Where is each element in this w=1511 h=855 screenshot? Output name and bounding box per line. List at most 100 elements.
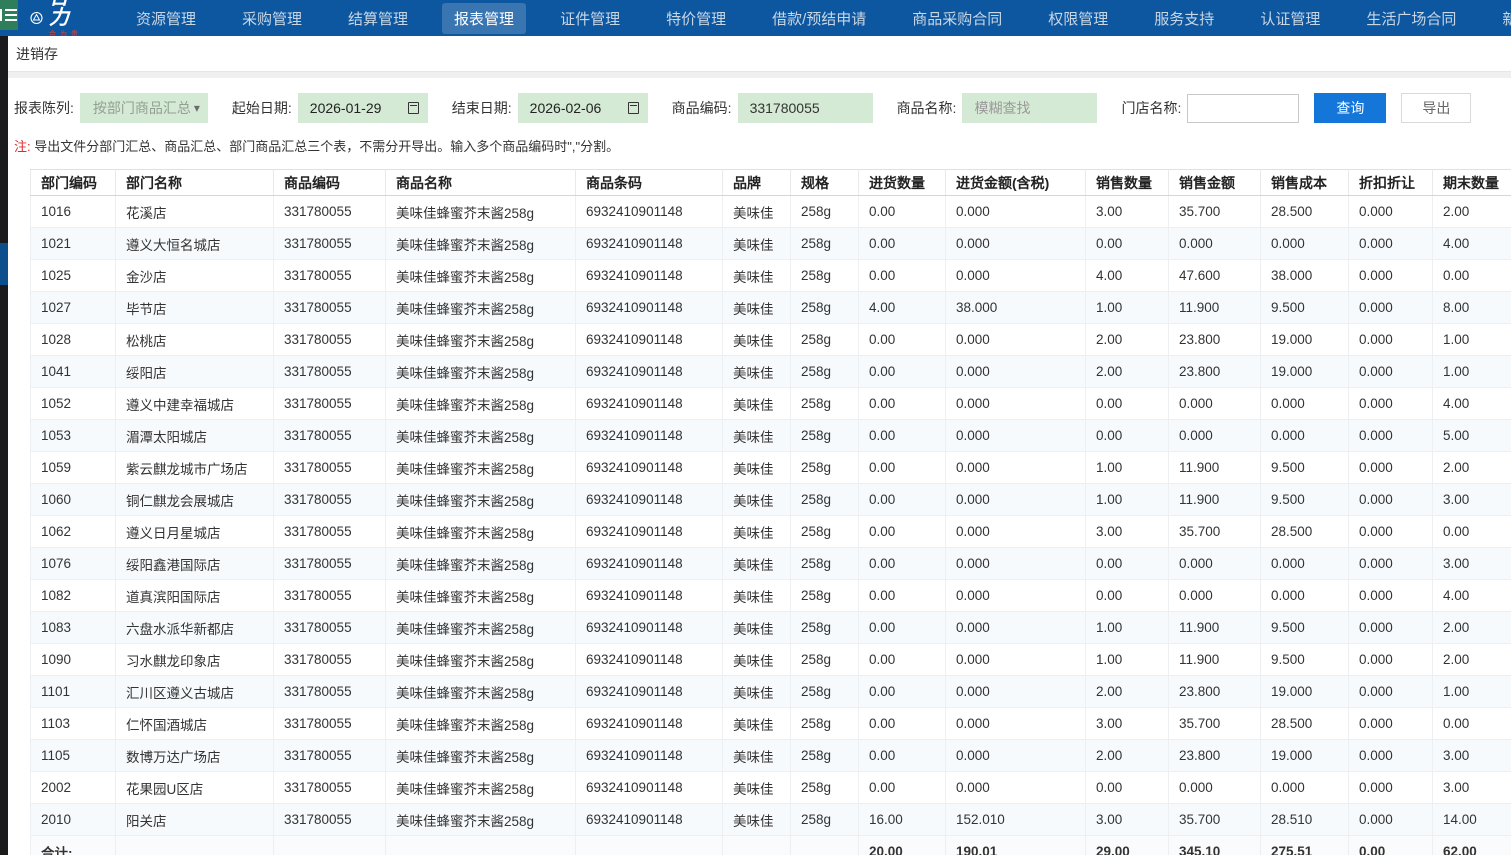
nav-item-2[interactable]: 采购管理 [230, 3, 314, 34]
cell-product_name: 美味佳蜂蜜芥末酱258g [386, 612, 576, 644]
cell-product_code: 331780055 [274, 484, 386, 516]
cell-ending_qty: 3.00 [1433, 484, 1511, 516]
nav-item-12[interactable]: 生活广场合同 [1354, 3, 1468, 34]
cell-dept_code: 1052 [31, 388, 116, 420]
cell-purchase_qty: 4.00 [859, 292, 946, 324]
cell-dept_name: 仁怀国酒城店 [116, 708, 274, 740]
column-header-dept_code: 部门编码 [31, 170, 116, 196]
logo-circle-icon [30, 5, 43, 31]
cell-dept_code: 1083 [31, 612, 116, 644]
cell-spec: 258g [791, 804, 859, 836]
cell-purchase_amount: 0.000 [946, 356, 1086, 388]
cell-sales_qty: 0.00 [1086, 580, 1169, 612]
cell-discount: 0.000 [1349, 228, 1433, 260]
cell-barcode: 6932410901148 [576, 644, 723, 676]
cell-barcode: 6932410901148 [576, 324, 723, 356]
report-type-label: 报表陈列: [14, 98, 74, 118]
cell-product_name: 美味佳蜂蜜芥末酱258g [386, 356, 576, 388]
end-date-input[interactable]: 2026-02-06 [518, 93, 648, 123]
nav-item-9[interactable]: 权限管理 [1036, 3, 1120, 34]
cell-dept_code: 1025 [31, 260, 116, 292]
cell-discount: 0.000 [1349, 644, 1433, 676]
cell-sales_amount: 47.600 [1169, 260, 1261, 292]
nav-item-10[interactable]: 服务支持 [1142, 3, 1226, 34]
cell-discount: 0.000 [1349, 804, 1433, 836]
nav-item-4[interactable]: 报表管理 [442, 3, 526, 34]
nav-item-5[interactable]: 证件管理 [548, 3, 632, 34]
cell-ending_qty: 3.00 [1433, 772, 1511, 804]
cell-sales_amount: 23.800 [1169, 740, 1261, 772]
page-layout: 进销存 报表陈列: 按部门商品汇总 ▾ 起始日期: 2026-01-29 结束日… [0, 36, 1511, 855]
cell-brand: 美味佳 [723, 452, 791, 484]
cell-product_name: 美味佳蜂蜜芥末酱258g [386, 516, 576, 548]
cell-purchase_qty: 0.00 [859, 580, 946, 612]
report-type-select[interactable]: 按部门商品汇总 ▾ [80, 93, 208, 123]
psi-report-table: 部门编码部门名称商品编码商品名称商品条码品牌规格进货数量进货金额(含税)销售数量… [30, 169, 1511, 855]
nav-item-11[interactable]: 认证管理 [1248, 3, 1332, 34]
cell-dept_name: 毕节店 [116, 292, 274, 324]
nav-item-13[interactable]: 新品管理 [1490, 3, 1511, 34]
export-button[interactable]: 导出 [1401, 93, 1471, 123]
cell-sales_qty: 0.00 [1086, 772, 1169, 804]
store-name-input[interactable] [1187, 94, 1299, 123]
cell-dept_name: 遵义大恒名城店 [116, 228, 274, 260]
cell-product_name: 美味佳蜂蜜芥末酱258g [386, 388, 576, 420]
cell-product_name: 美味佳蜂蜜芥末酱258g [386, 548, 576, 580]
cell-discount: 0.000 [1349, 516, 1433, 548]
table-row: 1062遵义日月星城店331780055美味佳蜂蜜芥末酱258g69324109… [31, 516, 1511, 548]
cell-brand: 美味佳 [723, 356, 791, 388]
cell-purchase_qty: 0.00 [859, 420, 946, 452]
cell-sales_cost: 0.000 [1261, 228, 1349, 260]
cell-spec: 258g [791, 324, 859, 356]
start-date-input[interactable]: 2026-01-29 [298, 93, 428, 123]
cell-product_code: 331780055 [274, 676, 386, 708]
cell-sales_qty: 1.00 [1086, 452, 1169, 484]
cell-sales_amount: 11.900 [1169, 452, 1261, 484]
collapsed-sidebar[interactable] [0, 36, 8, 855]
cell-product_code: 331780055 [274, 452, 386, 484]
nav-item-1[interactable]: 资源管理 [124, 3, 208, 34]
column-header-spec: 规格 [791, 170, 859, 196]
column-header-product_code: 商品编码 [274, 170, 386, 196]
nav-item-7[interactable]: 借款/预结申请 [760, 3, 878, 34]
cell-product_name: 美味佳蜂蜜芥末酱258g [386, 708, 576, 740]
cell-ending_qty: 8.00 [1433, 292, 1511, 324]
cell-dept_name: 花溪店 [116, 196, 274, 228]
table-row: 2010阳关店331780055美味佳蜂蜜芥末酱258g693241090114… [31, 804, 1511, 836]
cell-discount: 0.000 [1349, 484, 1433, 516]
query-button[interactable]: 查询 [1314, 93, 1386, 123]
nav-menu: 资源管理采购管理结算管理报表管理证件管理特价管理借款/预结申请商品采购合同权限管… [113, 0, 1511, 36]
cell-ending_qty: 5.00 [1433, 420, 1511, 452]
nav-item-3[interactable]: 结算管理 [336, 3, 420, 34]
cell-spec: 258g [791, 356, 859, 388]
cell-product_code: 331780055 [274, 740, 386, 772]
collapse-menu-button[interactable] [0, 0, 18, 30]
product-name-input[interactable] [962, 93, 1097, 123]
nav-item-8[interactable]: 商品采购合同 [900, 3, 1014, 34]
cell-sales_cost: 28.510 [1261, 804, 1349, 836]
cell-ending_qty: 2.00 [1433, 452, 1511, 484]
table-row: 1027毕节店331780055美味佳蜂蜜芥末酱258g693241090114… [31, 292, 1511, 324]
cell-discount: 0.000 [1349, 612, 1433, 644]
cell-spec: 258g [791, 484, 859, 516]
cell-product_name: 美味佳蜂蜜芥末酱258g [386, 644, 576, 676]
nav-item-6[interactable]: 特价管理 [654, 3, 738, 34]
cell-dept_name: 绥阳店 [116, 356, 274, 388]
cell-purchase_amount: 0.000 [946, 644, 1086, 676]
cell-barcode: 6932410901148 [576, 708, 723, 740]
cell-discount: 0.000 [1349, 708, 1433, 740]
cell-brand: 美味佳 [723, 708, 791, 740]
cell-sales_qty: 3.00 [1086, 516, 1169, 548]
cell-purchase_qty: 0.00 [859, 516, 946, 548]
total-cell-spec [791, 836, 859, 855]
cell-product_code: 331780055 [274, 772, 386, 804]
cell-dept_name: 紫云麒龙城市广场店 [116, 452, 274, 484]
cell-sales_qty: 3.00 [1086, 708, 1169, 740]
start-date-label: 起始日期: [232, 98, 292, 118]
product-name-label: 商品名称: [897, 98, 957, 118]
cell-sales_qty: 2.00 [1086, 740, 1169, 772]
cell-ending_qty: 1.00 [1433, 676, 1511, 708]
cell-purchase_amount: 0.000 [946, 452, 1086, 484]
cell-dept_code: 1082 [31, 580, 116, 612]
product-code-input[interactable] [738, 93, 873, 123]
